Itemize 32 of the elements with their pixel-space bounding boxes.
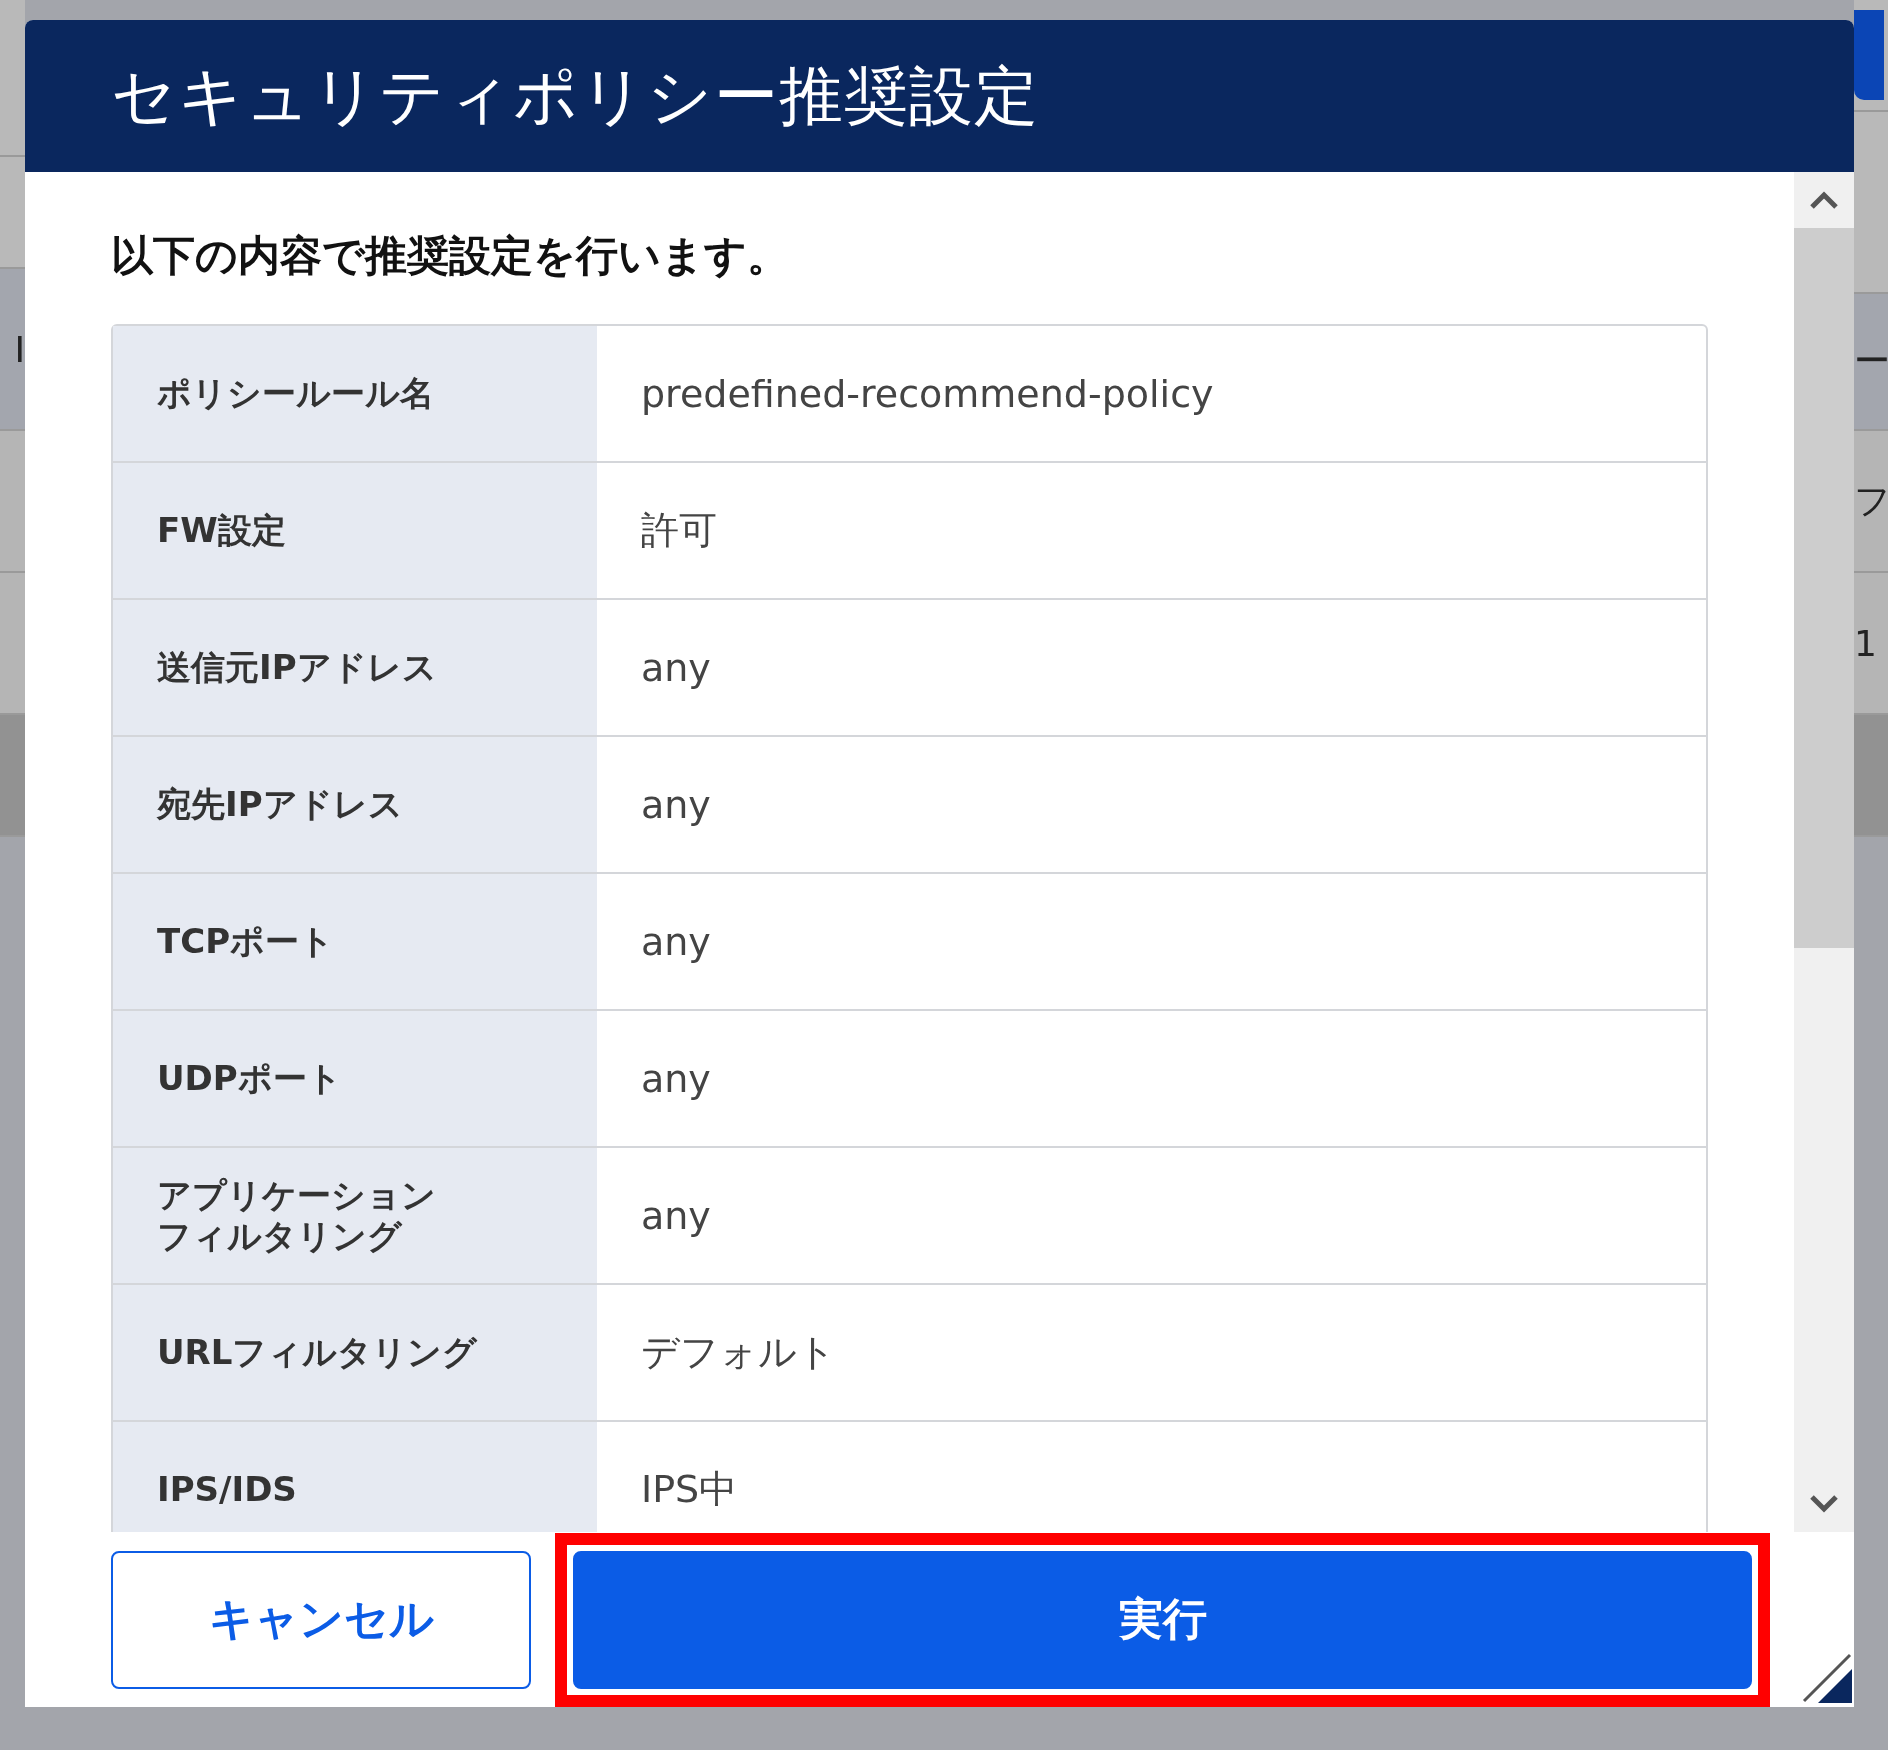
setting-value: any (640, 1192, 712, 1240)
setting-label: URLフィルタリング (113, 1285, 597, 1420)
background-text: I (14, 328, 25, 370)
setting-label: 送信元IPアドレス (113, 600, 597, 735)
setting-value: any (640, 1055, 712, 1103)
dialog-heading: 以下の内容で推奨設定を行います。 (111, 230, 790, 282)
setting-value: any (640, 918, 712, 966)
setting-label: アプリケーション (157, 1174, 436, 1216)
scroll-up-icon[interactable] (1809, 190, 1839, 210)
background-text: ー (1854, 339, 1888, 383)
scrollbar-thumb[interactable] (1794, 228, 1854, 948)
setting-label: フィルタリング (157, 1215, 402, 1257)
setting-value: predefined-recommend-policy (640, 370, 1215, 418)
setting-label: ポリシールール名 (113, 326, 597, 461)
scrollbar[interactable] (1794, 172, 1854, 1532)
setting-value: IPS中 (640, 1466, 739, 1513)
background-text: フ (1854, 478, 1888, 523)
setting-label: TCPポート (113, 874, 597, 1009)
setting-value: any (640, 644, 712, 692)
setting-label: UDPポート (113, 1011, 597, 1146)
resize-grip-icon[interactable] (1802, 1651, 1852, 1703)
cancel-button[interactable]: キャンセル (111, 1550, 531, 1689)
setting-label: FW設定 (113, 463, 597, 598)
background-text: 1 (1854, 622, 1877, 664)
setting-label: 宛先IPアドレス (113, 737, 597, 872)
setting-value: 許可 (640, 507, 718, 554)
execute-button[interactable]: 実行 (573, 1550, 1752, 1689)
setting-value: any (640, 781, 712, 829)
dialog-title: セキュリティポリシー推奨設定 (111, 57, 1039, 135)
scroll-down-icon[interactable] (1809, 1494, 1839, 1514)
setting-value: デフォルト (640, 1329, 837, 1376)
setting-label: IPS/IDS (113, 1422, 597, 1532)
